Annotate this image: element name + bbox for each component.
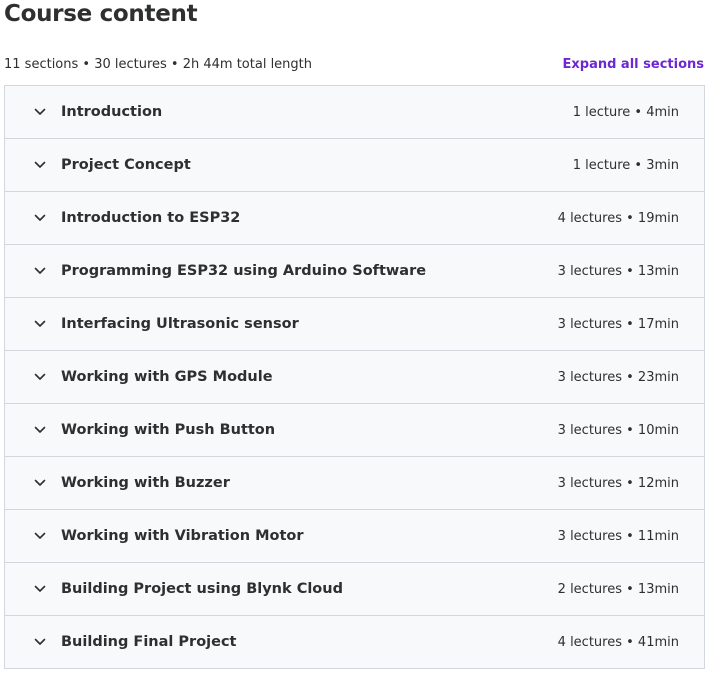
- section-row[interactable]: Introduction 1 lecture • 4min: [5, 86, 704, 139]
- section-title: Building Project using Blynk Cloud: [61, 581, 343, 597]
- chevron-down-icon: [33, 529, 47, 543]
- section-row[interactable]: Working with Buzzer 3 lectures • 12min: [5, 457, 704, 510]
- page-title: Course content: [4, 1, 198, 27]
- section-title: Project Concept: [61, 157, 191, 173]
- section-meta: 3 lectures • 17min: [557, 316, 679, 332]
- chevron-down-icon: [33, 317, 47, 331]
- section-meta: 3 lectures • 10min: [557, 422, 679, 438]
- sections-list: Introduction 1 lecture • 4min Project Co…: [4, 85, 705, 669]
- chevron-down-icon: [33, 582, 47, 596]
- course-summary-row: 11 sections • 30 lectures • 2h 44m total…: [4, 54, 704, 74]
- section-row[interactable]: Interfacing Ultrasonic sensor 3 lectures…: [5, 298, 704, 351]
- chevron-down-icon: [33, 158, 47, 172]
- section-meta: 1 lecture • 3min: [572, 157, 679, 173]
- section-row[interactable]: Project Concept 1 lecture • 3min: [5, 139, 704, 192]
- section-meta: 3 lectures • 12min: [557, 475, 679, 491]
- section-meta: 3 lectures • 11min: [557, 528, 679, 544]
- section-meta: 4 lectures • 19min: [557, 210, 679, 226]
- section-row[interactable]: Programming ESP32 using Arduino Software…: [5, 245, 704, 298]
- section-row[interactable]: Building Final Project 4 lectures • 41mi…: [5, 616, 704, 668]
- course-summary: 11 sections • 30 lectures • 2h 44m total…: [4, 56, 313, 72]
- section-title: Working with Push Button: [61, 422, 276, 438]
- chevron-down-icon: [33, 635, 47, 649]
- section-title: Working with Vibration Motor: [61, 528, 304, 544]
- section-meta: 3 lectures • 13min: [557, 263, 679, 279]
- section-title: Working with Buzzer: [61, 475, 230, 491]
- section-meta: 3 lectures • 23min: [557, 369, 679, 385]
- chevron-down-icon: [33, 264, 47, 278]
- section-meta: 4 lectures • 41min: [557, 634, 679, 650]
- section-title: Programming ESP32 using Arduino Software: [61, 263, 427, 279]
- chevron-down-icon: [33, 105, 47, 119]
- expand-all-sections-button[interactable]: Expand all sections: [563, 57, 705, 72]
- section-meta: 2 lectures • 13min: [557, 581, 679, 597]
- chevron-down-icon: [33, 370, 47, 384]
- section-row[interactable]: Introduction to ESP32 4 lectures • 19min: [5, 192, 704, 245]
- section-meta: 1 lecture • 4min: [572, 104, 679, 120]
- section-title: Interfacing Ultrasonic sensor: [61, 316, 299, 332]
- chevron-down-icon: [33, 423, 47, 437]
- course-content-panel: Course content 11 sections • 30 lectures…: [0, 0, 709, 673]
- section-row[interactable]: Building Project using Blynk Cloud 2 lec…: [5, 563, 704, 616]
- section-title: Introduction: [61, 104, 163, 120]
- section-title: Introduction to ESP32: [61, 210, 241, 226]
- section-row[interactable]: Working with Vibration Motor 3 lectures …: [5, 510, 704, 563]
- section-row[interactable]: Working with Push Button 3 lectures • 10…: [5, 404, 704, 457]
- section-row[interactable]: Working with GPS Module 3 lectures • 23m…: [5, 351, 704, 404]
- chevron-down-icon: [33, 211, 47, 225]
- chevron-down-icon: [33, 476, 47, 490]
- section-title: Building Final Project: [61, 634, 237, 650]
- section-title: Working with GPS Module: [61, 369, 273, 385]
